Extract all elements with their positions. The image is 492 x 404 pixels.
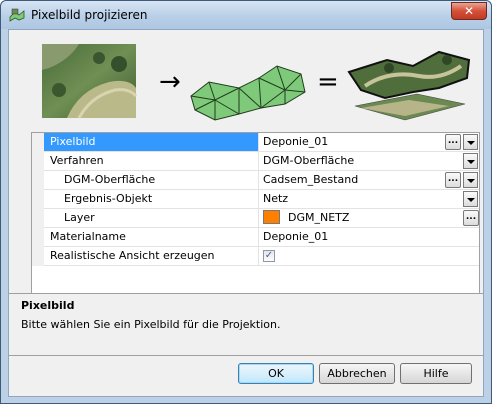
dropdown-arrow-icon[interactable] — [463, 191, 478, 207]
dropdown-arrow-icon[interactable] — [463, 153, 478, 169]
property-row-realistische-ansicht[interactable]: Realistische Ansicht erzeugen ✓ — [32, 247, 479, 266]
help-panel: Pixelbild Bitte wählen Sie ein Pixelbild… — [9, 293, 483, 356]
dropdown-arrow-icon[interactable] — [463, 134, 478, 150]
browse-button[interactable]: ... — [445, 134, 461, 150]
dropdown-arrow-icon[interactable] — [463, 172, 478, 188]
property-label: Pixelbild — [44, 133, 258, 151]
property-value[interactable]: DGM-Oberfläche — [261, 152, 447, 170]
result-illustration — [347, 50, 471, 121]
browse-button[interactable]: ... — [445, 172, 461, 188]
close-button[interactable]: ✕ — [451, 2, 487, 20]
help-title: Pixelbild — [21, 299, 75, 312]
projection-illustration: → = — [42, 44, 471, 121]
help-button[interactable]: Hilfe — [400, 363, 472, 384]
window-title: Pixelbild projizieren — [31, 8, 148, 22]
property-label: Materialname — [50, 230, 126, 243]
property-value[interactable]: Deponie_01 — [261, 228, 447, 246]
property-row-verfahren[interactable]: Verfahren DGM-Oberfläche — [32, 152, 479, 171]
layer-color-swatch — [263, 210, 280, 224]
ok-button[interactable]: OK — [238, 363, 314, 384]
aerial-image-thumbnail — [42, 44, 138, 119]
property-value[interactable]: DGM_NETZ — [261, 209, 447, 227]
property-value[interactable]: Netz — [261, 190, 447, 208]
property-row-materialname[interactable]: Materialname Deponie_01 — [32, 228, 479, 247]
dialog-content: → = Pixelbild Deponie_01 ... Verfahren D… — [8, 29, 484, 397]
property-row-ergebnis-objekt[interactable]: Ergebnis-Objekt Netz — [32, 190, 479, 209]
property-label: Verfahren — [50, 154, 104, 167]
property-grid: Pixelbild Deponie_01 ... Verfahren DGM-O… — [31, 132, 480, 297]
help-text: Bitte wählen Sie ein Pixelbild für die P… — [21, 318, 281, 331]
property-value[interactable]: Deponie_01 — [261, 133, 447, 151]
app-icon — [9, 8, 25, 22]
property-row-layer[interactable]: Layer DGM_NETZ ... — [32, 209, 479, 228]
property-label: DGM-Oberfläche — [64, 173, 156, 186]
property-label: Layer — [64, 211, 95, 224]
property-row-pixelbild[interactable]: Pixelbild Deponie_01 ... — [32, 133, 479, 152]
checkbox[interactable]: ✓ — [263, 250, 275, 262]
dialog-window: Pixelbild projizieren ✕ → = Pixelbild De… — [0, 0, 492, 404]
mesh-illustration — [190, 65, 306, 121]
layer-name: DGM_NETZ — [288, 211, 350, 224]
property-row-dgm-oberflaeche[interactable]: DGM-Oberfläche Cadsem_Bestand ... — [32, 171, 479, 190]
cancel-button[interactable]: Abbrechen — [319, 363, 395, 384]
arrow-icon: → — [159, 67, 181, 97]
title-bar[interactable]: Pixelbild projizieren ✕ — [1, 1, 491, 29]
property-value[interactable]: Cadsem_Bestand — [261, 171, 447, 189]
equals-icon: = — [317, 67, 339, 97]
browse-button[interactable]: ... — [463, 210, 479, 226]
property-label: Ergebnis-Objekt — [64, 192, 153, 205]
property-label: Realistische Ansicht erzeugen — [50, 249, 215, 262]
